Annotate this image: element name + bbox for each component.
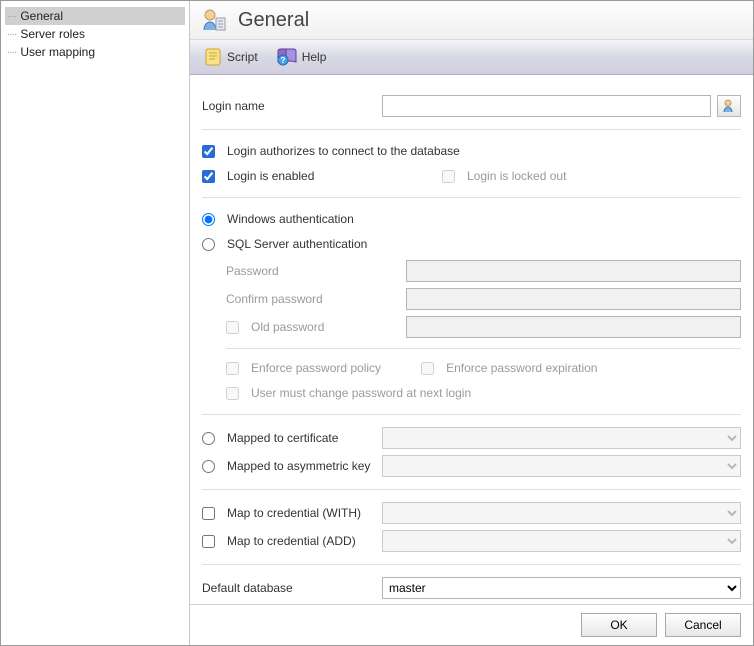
user-icon: [198, 5, 228, 35]
mapped-asym-select: [382, 455, 741, 477]
mapped-cert-radio[interactable]: [202, 432, 215, 445]
enforce-expiration-label: Enforce password expiration: [446, 361, 597, 375]
help-label: Help: [302, 50, 327, 64]
map-cred-add-label: Map to credential (ADD): [227, 534, 356, 548]
script-label: Script: [227, 50, 258, 64]
page-title: General: [238, 9, 309, 32]
script-icon: [203, 47, 223, 67]
sidebar-item-user-mapping[interactable]: ···· User mapping: [5, 43, 185, 61]
login-properties-window: ···· General ···· Server roles ···· User…: [0, 0, 754, 646]
authorize-checkbox[interactable]: [202, 145, 215, 158]
footer: OK Cancel: [190, 604, 753, 645]
help-icon: ?: [276, 47, 298, 67]
map-cred-with-select: [382, 502, 741, 524]
old-password-label: Old password: [251, 320, 324, 334]
default-db-label: Default database: [202, 581, 293, 595]
sql-auth-radio[interactable]: [202, 238, 215, 251]
svg-text:?: ?: [280, 56, 285, 65]
enabled-checkbox[interactable]: [202, 170, 215, 183]
tree-dots-icon: ····: [7, 11, 16, 22]
password-input: [406, 260, 741, 282]
tree-dots-icon: ····: [7, 47, 16, 58]
sql-auth-label: SQL Server authentication: [227, 237, 367, 251]
sidebar-item-server-roles[interactable]: ···· Server roles: [5, 25, 185, 43]
ok-button[interactable]: OK: [581, 613, 657, 637]
must-change-label: User must change password at next login: [251, 386, 471, 400]
windows-auth-radio[interactable]: [202, 213, 215, 226]
locked-checkbox: [442, 170, 455, 183]
mapped-cert-select: [382, 427, 741, 449]
confirm-password-label: Confirm password: [226, 292, 323, 306]
map-cred-add-checkbox[interactable]: [202, 535, 215, 548]
person-search-icon: [721, 98, 737, 114]
mapped-cert-label: Mapped to certificate: [227, 431, 338, 445]
mapped-asym-radio[interactable]: [202, 460, 215, 473]
enforce-expiration-checkbox: [421, 362, 434, 375]
confirm-password-input: [406, 288, 741, 310]
login-name-input[interactable]: [382, 95, 711, 117]
tree-dots-icon: ····: [7, 29, 16, 40]
enabled-label: Login is enabled: [227, 169, 314, 183]
form-content: Login name Login authorizes to connect: [190, 75, 753, 604]
old-password-checkbox: [226, 321, 239, 334]
enforce-policy-checkbox: [226, 362, 239, 375]
authorize-label: Login authorizes to connect to the datab…: [227, 144, 460, 158]
sidebar-item-label: User mapping: [20, 45, 95, 59]
map-cred-with-checkbox[interactable]: [202, 507, 215, 520]
cancel-button[interactable]: Cancel: [665, 613, 741, 637]
old-password-input: [406, 316, 741, 338]
mapped-asym-label: Mapped to asymmetric key: [227, 459, 370, 473]
sidebar-item-general[interactable]: ···· General: [5, 7, 185, 25]
script-button[interactable]: Script: [196, 44, 265, 70]
sidebar-item-label: Server roles: [20, 27, 85, 41]
windows-auth-label: Windows authentication: [227, 212, 354, 226]
help-button[interactable]: ? Help: [269, 44, 334, 70]
password-label: Password: [226, 264, 279, 278]
toolbar: Script ? Help: [190, 40, 753, 75]
sidebar-tree: ···· General ···· Server roles ···· User…: [1, 1, 190, 645]
default-db-select[interactable]: master: [382, 577, 741, 599]
main-panel: General Script: [190, 1, 753, 645]
locked-label: Login is locked out: [467, 169, 566, 183]
sidebar-item-label: General: [20, 9, 63, 23]
must-change-checkbox: [226, 387, 239, 400]
browse-login-button[interactable]: [717, 95, 741, 117]
map-cred-with-label: Map to credential (WITH): [227, 506, 361, 520]
map-cred-add-select: [382, 530, 741, 552]
login-name-label: Login name: [202, 99, 265, 113]
header: General: [190, 1, 753, 40]
enforce-policy-label: Enforce password policy: [251, 361, 381, 375]
